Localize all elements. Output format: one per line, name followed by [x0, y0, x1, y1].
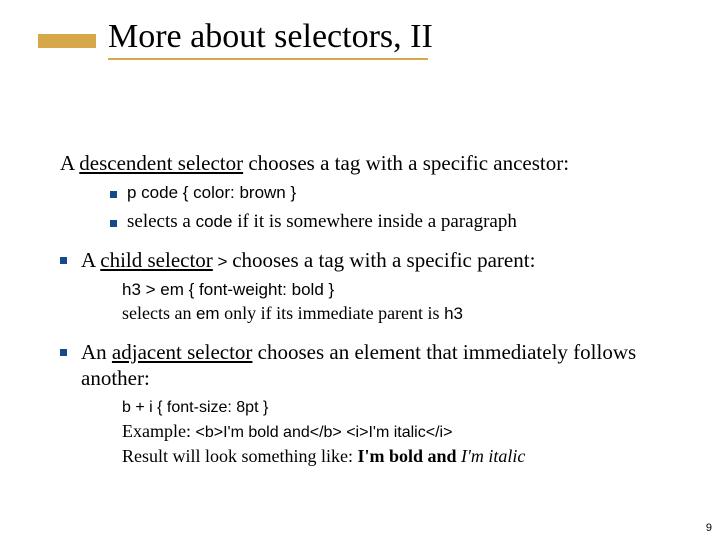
adjacent-example-markup: Example: <b>I'm bold and</b> <i>I'm ital…	[122, 420, 670, 443]
title-underline	[108, 58, 428, 60]
text: Result will look something like:	[122, 446, 358, 466]
adjacent-result: Result will look something like: I'm bol…	[122, 445, 670, 468]
text: An	[81, 340, 112, 364]
term-child-selector: child selector	[100, 248, 213, 272]
adjacent-example-code: b + i { font-size: 8pt }	[122, 395, 670, 418]
child-example-code: h3 > em { font-weight: bold }	[122, 278, 670, 301]
term-descendent-selector: descendent selector	[79, 151, 243, 175]
code-snippet: p code { color: brown }	[127, 182, 296, 203]
result-bold-text: I'm bold and	[358, 446, 457, 466]
descendent-example-code: p code { color: brown }	[110, 182, 670, 203]
text: A	[60, 151, 79, 175]
bullet-icon	[110, 191, 117, 198]
slide-body: A descendent selector chooses a tag with…	[60, 150, 670, 468]
page-number: 9	[706, 522, 712, 534]
text: chooses a tag with a specific ancestor:	[243, 151, 569, 175]
text: selects an	[122, 303, 196, 323]
descendent-explanation: selects a code if it is somewhere inside…	[110, 210, 670, 234]
code-inline: >	[213, 252, 232, 271]
text: A child selector > chooses a tag with a …	[81, 247, 535, 273]
code-inline: h3	[444, 304, 463, 323]
term-adjacent-selector: adjacent selector	[112, 340, 253, 364]
text: only if its immediate parent is	[220, 303, 444, 323]
code-inline: code	[196, 212, 233, 231]
result-italic-text: I'm italic	[457, 446, 526, 466]
bullet-icon	[60, 257, 67, 264]
child-explanation: selects an em only if its immediate pare…	[122, 302, 670, 325]
text: selects a code if it is somewhere inside…	[127, 210, 517, 234]
text: An adjacent selector chooses an element …	[81, 339, 670, 392]
slide: More about selectors, II A descendent se…	[0, 0, 720, 540]
adjacent-selector-line: An adjacent selector chooses an element …	[60, 339, 670, 392]
code-inline: em	[196, 304, 220, 323]
text: selects a	[127, 211, 196, 232]
text: Example:	[122, 421, 195, 441]
descendent-selector-line: A descendent selector chooses a tag with…	[60, 150, 670, 176]
child-selector-line: A child selector > chooses a tag with a …	[60, 247, 670, 273]
bullet-icon	[110, 220, 117, 227]
bullet-icon	[60, 349, 67, 356]
title-area: More about selectors, II	[108, 18, 433, 60]
title-accent-bar	[38, 34, 96, 48]
code-snippet: <b>I'm bold and</b> <i>I'm italic</i>	[195, 424, 452, 441]
text: chooses a tag with a specific parent:	[232, 248, 535, 272]
code-snippet: h3 > em { font-weight: bold }	[122, 280, 334, 299]
text: if it is somewhere inside a paragraph	[232, 211, 516, 232]
code-snippet: b + i { font-size: 8pt }	[122, 399, 268, 416]
slide-title: More about selectors, II	[108, 18, 433, 60]
text: A	[81, 248, 100, 272]
